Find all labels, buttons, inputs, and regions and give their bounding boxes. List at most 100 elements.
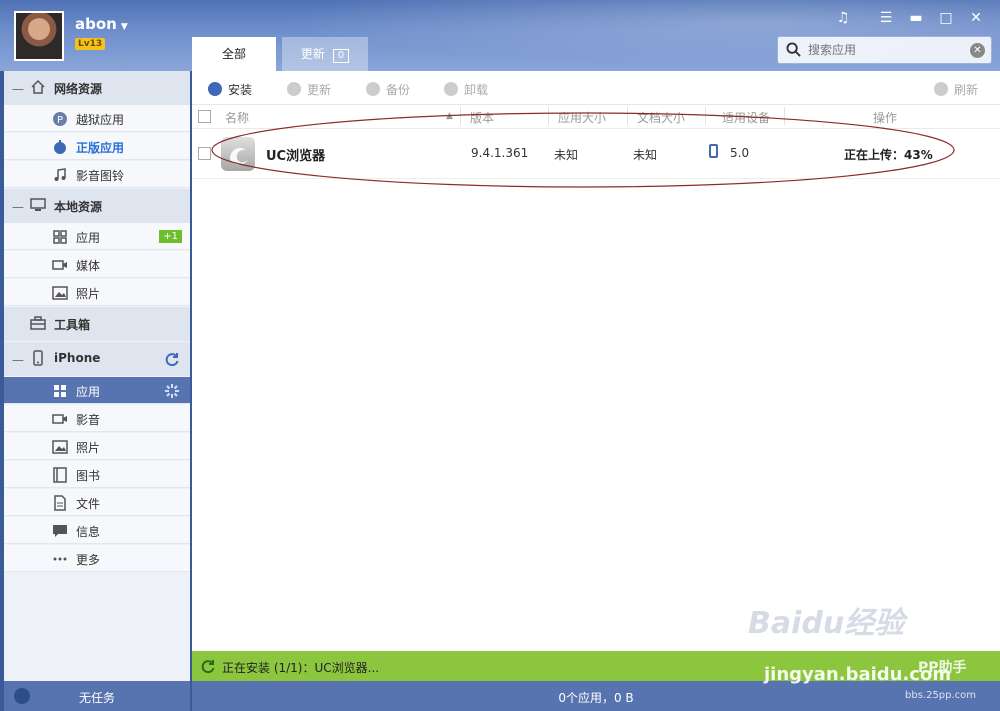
- grid-icon: [53, 230, 67, 244]
- loading-spinner-icon: [165, 384, 179, 398]
- sidebar-item-label: 文件: [76, 497, 101, 511]
- search-box[interactable]: ✕: [777, 36, 992, 64]
- sidebar-item-label: 影音: [76, 413, 101, 427]
- sidebar-item-label: 正版应用: [76, 141, 125, 155]
- sidebar-item-jailbreak-apps[interactable]: P 越狱应用: [4, 105, 190, 132]
- sidebar-item-label: 影音图铃: [76, 169, 125, 183]
- sidebar-item-iphone-media[interactable]: 影音: [4, 405, 190, 432]
- level-badge: Lv13: [75, 38, 106, 50]
- sidebar-group-iphone[interactable]: — iPhone: [4, 342, 190, 376]
- apple-icon: [54, 140, 66, 154]
- message-icon: [53, 525, 67, 537]
- tab-all-label: 全部: [221, 47, 246, 61]
- sidebar-item-label: 媒体: [76, 259, 101, 273]
- menu-icon[interactable]: ☰: [876, 8, 896, 28]
- tab-update-label: 更新: [300, 47, 325, 61]
- search-icon: [786, 42, 801, 57]
- install-button[interactable]: 安装: [208, 81, 252, 98]
- sidebar-group-label: 网络资源: [54, 82, 103, 96]
- baidu-watermark: Baidu经验: [748, 606, 905, 641]
- sidebar-item-label: 图书: [76, 469, 101, 483]
- sidebar-item-iphone-photos[interactable]: 照片: [4, 433, 190, 460]
- update-count-badge: 0: [332, 49, 350, 63]
- maximize-icon[interactable]: □: [936, 8, 956, 28]
- book-icon: [53, 467, 67, 483]
- uninstall-label: 卸载: [464, 83, 489, 97]
- collapse-icon[interactable]: —: [12, 82, 24, 96]
- sidebar-item-local-media[interactable]: 媒体: [4, 251, 190, 278]
- sidebar-item-label: 应用: [76, 231, 101, 245]
- username-dropdown[interactable]: abon ▼: [75, 15, 128, 33]
- sidebar-item-label: 应用: [76, 385, 101, 399]
- sync-icon: [201, 660, 215, 674]
- toolbar: 安装 更新 备份 卸载 刷新: [192, 71, 1000, 105]
- sidebar-item-iphone-files[interactable]: 文件: [4, 489, 190, 516]
- music-icon[interactable]: ♫: [833, 8, 853, 28]
- chevron-down-icon: ▼: [120, 22, 128, 32]
- sidebar-item-label: 信息: [76, 525, 101, 539]
- summary-bar: 0个应用，0 B: [192, 681, 1000, 711]
- sidebar-item-iphone-apps[interactable]: 应用: [4, 377, 190, 404]
- sidebar-item-official-apps[interactable]: 正版应用: [4, 133, 190, 160]
- sidebar-item-local-apps[interactable]: 应用 +1: [4, 223, 190, 250]
- refresh-icon[interactable]: [164, 351, 180, 367]
- backup-label: 备份: [386, 83, 411, 97]
- monitor-icon: [30, 198, 46, 211]
- sidebar-group-label: 工具箱: [54, 318, 91, 332]
- sidebar-item-iphone-more[interactable]: 更多: [4, 545, 190, 572]
- site-watermark: bbs.25pp.com: [905, 690, 977, 701]
- pp-watermark: PP助手: [918, 660, 967, 676]
- sidebar-item-label: 更多: [76, 553, 101, 567]
- summary-text: 0个应用，0 B: [558, 691, 634, 705]
- grid-icon: [54, 385, 66, 397]
- sidebar-item-iphone-messages[interactable]: 信息: [4, 517, 190, 544]
- music-note-icon: [54, 168, 66, 181]
- sidebar-item-media-ringtones[interactable]: 影音图铃: [4, 161, 190, 188]
- update-label: 更新: [307, 83, 332, 97]
- task-status-bar[interactable]: 无任务: [4, 681, 190, 711]
- install-label: 安装: [228, 83, 253, 97]
- sidebar-item-label: 照片: [76, 441, 101, 455]
- search-input[interactable]: [808, 41, 958, 59]
- avatar[interactable]: [14, 11, 64, 61]
- p-icon: P: [53, 112, 67, 126]
- minimize-icon[interactable]: ▬: [906, 8, 926, 28]
- clear-search-icon[interactable]: ✕: [970, 43, 985, 58]
- more-icon: [53, 557, 67, 561]
- sidebar-group-label: 本地资源: [54, 200, 103, 214]
- backup-button[interactable]: 备份: [366, 81, 410, 98]
- refresh-button[interactable]: 刷新: [934, 81, 978, 98]
- sidebar: — 网络资源 P 越狱应用 正版应用 影音图铃 — 本地资源 应用 +1 媒体 …: [4, 71, 190, 681]
- annotation-ellipse: [211, 112, 955, 188]
- new-count-badge: +1: [159, 230, 182, 243]
- sidebar-group-local[interactable]: — 本地资源: [4, 189, 190, 223]
- image-icon: [52, 286, 68, 300]
- collapse-icon[interactable]: —: [12, 353, 24, 367]
- sidebar-item-label: 越狱应用: [76, 113, 125, 127]
- uninstall-button[interactable]: 卸载: [444, 81, 488, 98]
- sidebar-item-label: 照片: [76, 287, 101, 301]
- sidebar-item-iphone-books[interactable]: 图书: [4, 461, 190, 488]
- collapse-icon[interactable]: —: [12, 200, 24, 214]
- sidebar-item-local-photos[interactable]: 照片: [4, 279, 190, 306]
- update-icon: [287, 82, 301, 96]
- close-icon[interactable]: ✕: [966, 8, 986, 28]
- phone-icon: [33, 350, 43, 366]
- uninstall-icon: [444, 82, 458, 96]
- image-icon: [52, 440, 68, 454]
- toolbox-icon: [30, 316, 46, 330]
- tab-all[interactable]: 全部: [192, 37, 276, 71]
- tab-update[interactable]: 更新 0: [282, 37, 368, 71]
- sidebar-group-toolbox[interactable]: 工具箱: [4, 307, 190, 341]
- svg-text:P: P: [57, 115, 63, 126]
- task-status-text: 无任务: [78, 691, 115, 705]
- sidebar-group-network[interactable]: — 网络资源: [4, 71, 190, 105]
- install-icon: [208, 82, 222, 96]
- install-status-text: 正在安装 (1/1)：UC浏览器...: [222, 661, 380, 675]
- backup-icon: [366, 82, 380, 96]
- update-button[interactable]: 更新: [287, 81, 331, 98]
- refresh-icon: [934, 82, 948, 96]
- home-icon: [31, 79, 45, 94]
- username-label: abon: [75, 15, 117, 33]
- sidebar-group-label: iPhone: [54, 351, 101, 365]
